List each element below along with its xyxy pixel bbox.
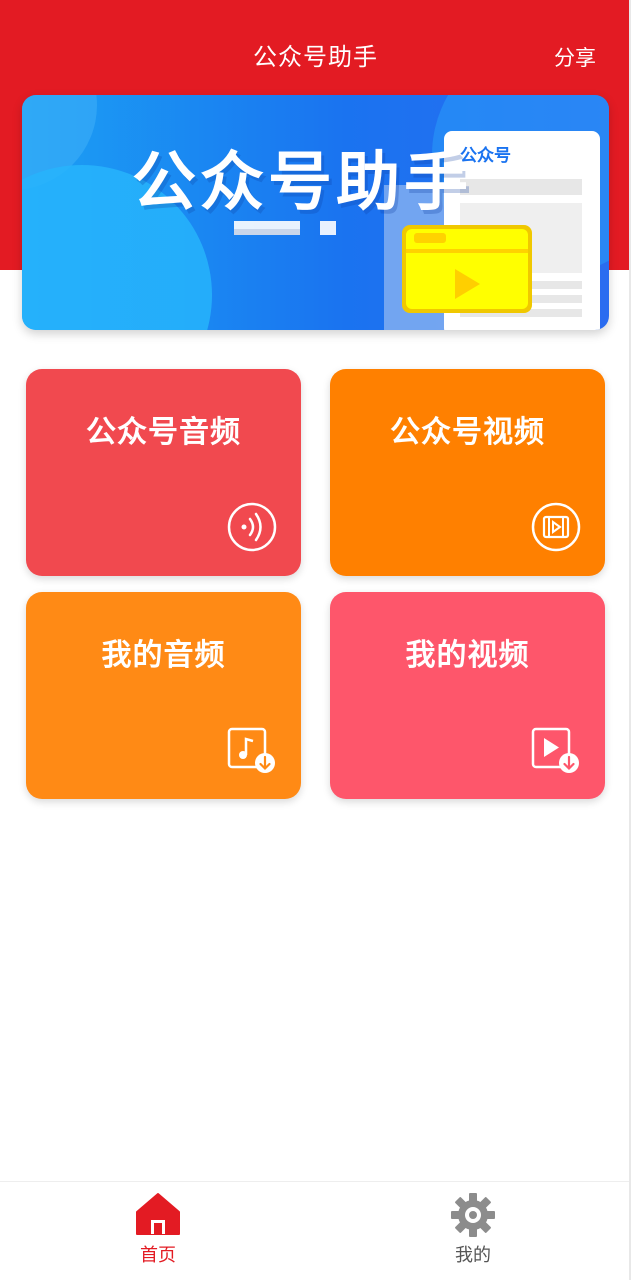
film-icon — [531, 502, 581, 552]
tile-label: 公众号音频 — [86, 415, 241, 450]
nav-label-me: 我的 — [455, 1245, 491, 1266]
audio-wave-icon — [227, 502, 277, 552]
tile-my-video[interactable]: 我的视频 — [330, 592, 605, 799]
tile-label: 我的视频 — [405, 638, 530, 673]
page-title: 公众号助手 — [253, 43, 378, 71]
tile-label: 我的音频 — [101, 638, 226, 673]
gear-icon — [451, 1193, 495, 1237]
nav-item-me[interactable]: 我的 — [413, 1182, 533, 1280]
banner-doc-label: 公众号 — [460, 146, 511, 166]
nav-label-home: 首页 — [140, 1245, 176, 1266]
video-download-icon — [531, 727, 579, 773]
app-screen: 公众号助手 分享 公众号助手 公众号 公众号音频 公众号视频 我的音频 我的视频… — [0, 0, 631, 1280]
home-icon — [136, 1193, 180, 1235]
music-download-icon — [227, 727, 275, 773]
bottom-nav: 首页 我的 — [0, 1181, 631, 1280]
banner-title: 公众号助手 — [132, 146, 472, 220]
tile-my-audio[interactable]: 我的音频 — [26, 592, 301, 799]
banner[interactable]: 公众号助手 公众号 — [22, 95, 609, 330]
tile-official-audio[interactable]: 公众号音频 — [26, 369, 301, 576]
nav-item-home[interactable]: 首页 — [98, 1182, 218, 1280]
share-button[interactable]: 分享 — [554, 42, 596, 74]
tile-official-video[interactable]: 公众号视频 — [330, 369, 605, 576]
tile-label: 公众号视频 — [390, 415, 545, 450]
